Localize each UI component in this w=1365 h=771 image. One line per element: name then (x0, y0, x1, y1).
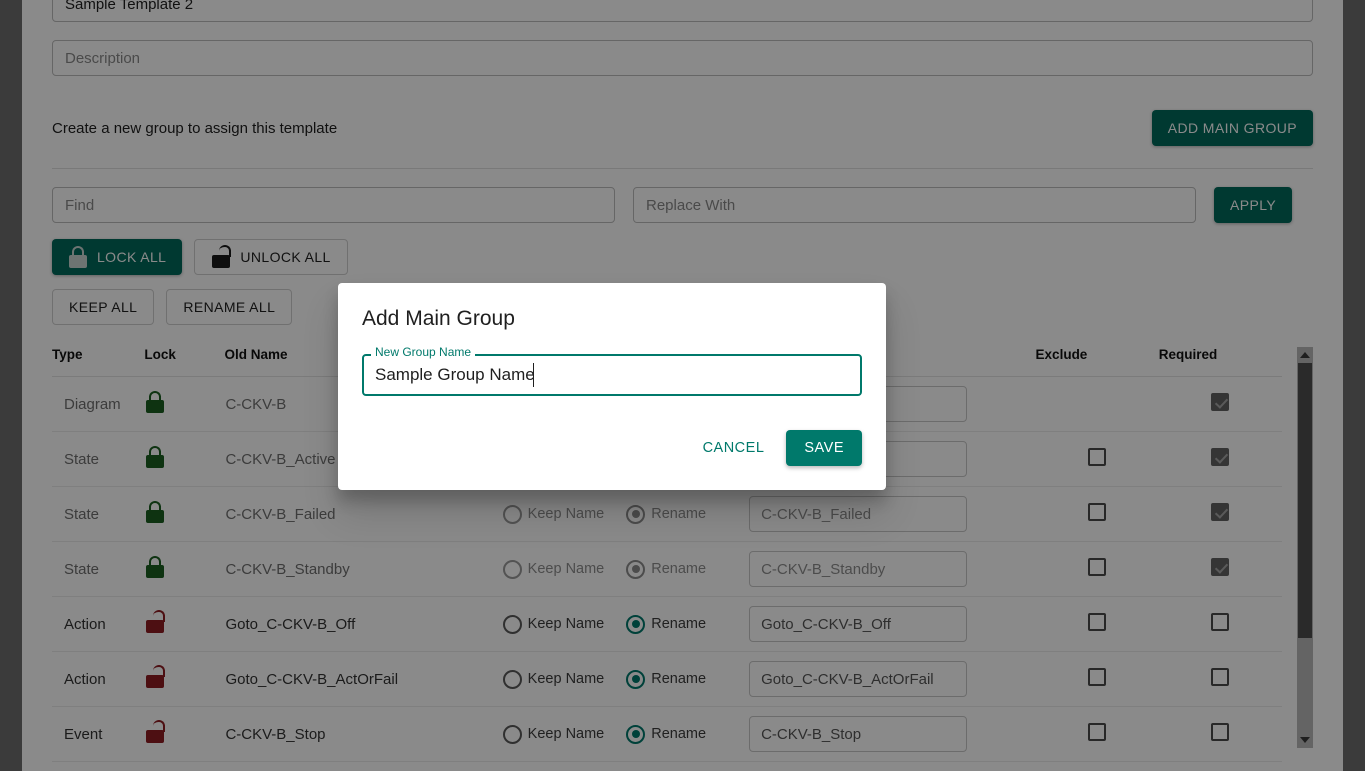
new-group-name-label: New Group Name (371, 346, 476, 359)
text-caret (533, 363, 534, 388)
cancel-button[interactable]: CANCEL (697, 432, 771, 464)
add-main-group-dialog: Add Main Group New Group Name CANCEL SAV… (338, 283, 886, 491)
dialog-body: New Group Name (338, 332, 886, 397)
save-button[interactable]: SAVE (786, 430, 862, 467)
app-root: Create a new group to assign this templa… (0, 0, 1365, 771)
new-group-name-field-wrap: New Group Name (362, 346, 862, 397)
dialog-title: Add Main Group (362, 307, 515, 330)
new-group-name-input[interactable] (362, 354, 862, 397)
dialog-actions: CANCEL SAVE (338, 396, 886, 490)
